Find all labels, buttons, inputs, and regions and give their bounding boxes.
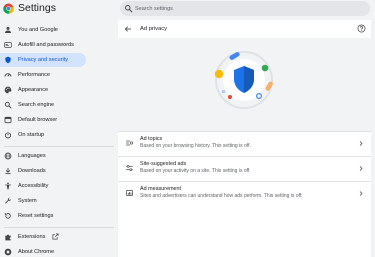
globe-icon bbox=[4, 152, 12, 160]
sidebar-item-label: System bbox=[18, 198, 37, 204]
shield-icon bbox=[5, 56, 11, 64]
back-arrow-icon[interactable] bbox=[124, 25, 132, 33]
puzzle-icon bbox=[5, 234, 11, 241]
search-icon bbox=[125, 5, 133, 13]
row-title: Site-suggested ads bbox=[140, 161, 187, 167]
sidebar-item-system[interactable]: System bbox=[0, 194, 86, 208]
sidebar-item-search-engine[interactable]: Search engine bbox=[0, 98, 86, 112]
sidebar-item-autofill[interactable]: Autofill and passwords bbox=[0, 38, 86, 52]
sidebar-item-label: About Chrome bbox=[18, 249, 55, 255]
ad-topics-row[interactable]: Ad topics Based on your browsing history… bbox=[118, 132, 371, 155]
sidebar-item-performance[interactable]: Performance bbox=[0, 68, 86, 82]
chevron-right-icon bbox=[359, 166, 363, 171]
sidebar-item-label: Reset settings bbox=[18, 213, 54, 219]
wrench-icon bbox=[5, 197, 12, 204]
sidebar-item-label: Appearance bbox=[18, 87, 49, 93]
sidebar-item-reset-settings[interactable]: Reset settings bbox=[0, 209, 86, 223]
row-title: Ad topics bbox=[140, 136, 163, 142]
sidebar-item-privacy-and-security[interactable]: Privacy and security bbox=[0, 53, 86, 67]
accessibility-icon bbox=[5, 182, 11, 190]
sidebar: You and Google Autofill and passwords Pr… bbox=[0, 20, 118, 257]
sidebar-item-extensions[interactable]: Extensions bbox=[0, 230, 86, 244]
sidebar-item-label: Performance bbox=[18, 72, 51, 78]
chevron-right-icon bbox=[359, 191, 363, 196]
row-description: Sites and advertisers can understand how… bbox=[140, 193, 303, 199]
sidebar-item-appearance[interactable]: Appearance bbox=[0, 83, 86, 97]
sidebar-item-on-startup[interactable]: On startup bbox=[0, 128, 86, 142]
sidebar-item-label: Autofill and passwords bbox=[18, 42, 74, 48]
sidebar-item-languages[interactable]: Languages bbox=[0, 149, 86, 163]
power-icon bbox=[4, 131, 12, 139]
sidebar-item-label: Extensions bbox=[18, 234, 46, 240]
sidebar-item-label: Search engine bbox=[18, 102, 55, 108]
search-input[interactable] bbox=[135, 1, 355, 16]
sidebar-item-label: Default browser bbox=[18, 117, 58, 123]
shield-illustration-icon bbox=[214, 51, 273, 109]
ad-privacy-illustration bbox=[118, 38, 371, 131]
sidebar-item-label: Accessibility bbox=[18, 183, 49, 189]
chrome-icon bbox=[4, 248, 12, 256]
sidebar-divider bbox=[4, 146, 114, 147]
sidebar-item-label: You and Google bbox=[18, 27, 58, 33]
sidebar-item-downloads[interactable]: Downloads bbox=[0, 164, 86, 178]
palette-icon bbox=[4, 86, 12, 94]
ad-privacy-panel: Ad privacy Ad topics Based on your brows… bbox=[118, 20, 371, 257]
row-description: Based on your activity on a site. This s… bbox=[140, 168, 251, 174]
browser-icon bbox=[4, 116, 12, 124]
panel-header: Ad privacy bbox=[118, 20, 371, 38]
sidebar-item-label: Downloads bbox=[18, 168, 46, 174]
sidebar-divider bbox=[4, 227, 114, 228]
speedometer-icon bbox=[4, 73, 12, 77]
top-bar: Settings bbox=[0, 0, 375, 18]
site-ads-icon bbox=[126, 165, 133, 171]
sidebar-item-accessibility[interactable]: Accessibility bbox=[0, 179, 86, 193]
autofill-icon bbox=[4, 42, 12, 48]
search-icon bbox=[4, 101, 12, 109]
chrome-logo-icon bbox=[3, 3, 14, 14]
person-icon bbox=[5, 26, 11, 33]
ad-measurement-row[interactable]: Ad measurement Sites and advertisers can… bbox=[118, 182, 371, 205]
search-box[interactable] bbox=[120, 1, 370, 16]
sidebar-item-you-and-google[interactable]: You and Google bbox=[0, 23, 86, 37]
ad-measurement-icon bbox=[126, 189, 133, 197]
reset-icon bbox=[4, 213, 11, 219]
site-suggested-ads-row[interactable]: Site-suggested ads Based on your activit… bbox=[118, 157, 371, 180]
chevron-right-icon bbox=[359, 141, 363, 146]
sidebar-item-default-browser[interactable]: Default browser bbox=[0, 113, 86, 127]
app-title: Settings bbox=[18, 2, 56, 14]
download-icon bbox=[5, 168, 11, 175]
page-title: Ad privacy bbox=[140, 26, 168, 32]
sidebar-item-label: Languages bbox=[18, 153, 46, 159]
ad-topics-icon bbox=[126, 140, 133, 146]
row-description: Based on your browsing history. This set… bbox=[140, 143, 251, 149]
external-link-icon bbox=[52, 233, 59, 240]
sidebar-item-label: Privacy and security bbox=[18, 57, 69, 63]
sidebar-item-label: On startup bbox=[18, 132, 45, 138]
sidebar-item-about-chrome[interactable]: About Chrome bbox=[0, 245, 86, 257]
row-title: Ad measurement bbox=[140, 186, 182, 192]
help-icon[interactable] bbox=[357, 24, 366, 33]
